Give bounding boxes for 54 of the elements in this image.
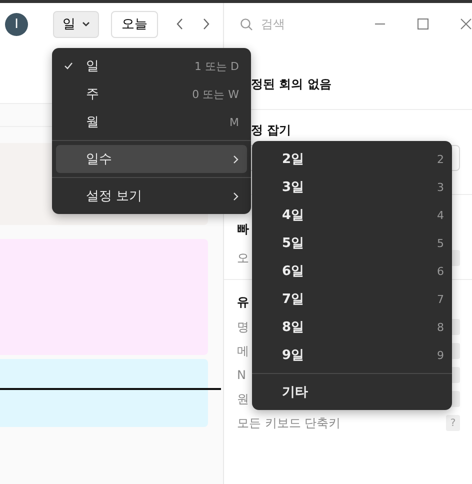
shortcut-label: 메 <box>237 342 249 360</box>
menu-item[interactable]: 설정 보기 <box>56 182 247 210</box>
menu-item[interactable]: 일수 <box>56 145 247 173</box>
search-field[interactable]: 검색 <box>259 16 343 32</box>
schedule-heading: 정 잡기 <box>251 122 292 139</box>
menu-item-label: 일수 <box>86 151 113 168</box>
menu-item-label: 6일 <box>282 263 304 280</box>
menu-item[interactable]: 8일 8 <box>252 313 444 341</box>
menu-item[interactable]: 7일 7 <box>252 285 444 313</box>
section-item: 오 <box>237 250 249 266</box>
avatar[interactable]: I <box>5 12 28 36</box>
shortcut-text: 7 <box>437 292 444 306</box>
shortcut-label: N <box>237 368 246 382</box>
no-meetings-text: 정된 회의 없음 <box>251 76 332 93</box>
shortcut-label: 모든 키보드 단축키 <box>237 414 341 432</box>
today-button[interactable]: 오늘 <box>111 10 158 38</box>
menu-item[interactable]: 월 M <box>56 108 247 136</box>
menu-item-label: 9일 <box>282 347 304 364</box>
key-badge: ? <box>446 415 460 431</box>
shortcut-text: 9 <box>437 348 444 362</box>
menu-item-label: 4일 <box>282 207 304 224</box>
menu-item[interactable]: 일 1 또는 D <box>56 52 247 80</box>
menu-item-label: 설정 보기 <box>86 188 144 205</box>
menu-item[interactable]: 3일 3 <box>252 173 444 201</box>
menu-item-label: 5일 <box>282 235 304 252</box>
menu-item[interactable]: 주 0 또는 W <box>56 80 247 108</box>
shortcut-text: 6 <box>437 264 444 278</box>
menu-item[interactable]: 2일 2 <box>252 145 444 173</box>
menu-item[interactable]: 6일 6 <box>252 257 444 285</box>
section-text: 빠 <box>237 221 249 238</box>
menu-item-label: 기타 <box>282 384 308 401</box>
menu-item-label: 월 <box>86 114 100 131</box>
menu-item[interactable]: 5일 5 <box>252 229 444 257</box>
view-dropdown-button[interactable]: 일 <box>53 10 99 38</box>
shortcut-text: 3 <box>437 180 444 194</box>
menu-item[interactable]: 4일 4 <box>252 201 444 229</box>
shortcut-text: M <box>230 116 239 128</box>
menu-item-label: 주 <box>86 86 100 103</box>
shortcut-text: 0 또는 W <box>192 86 239 102</box>
menu-item-label: 7일 <box>282 291 304 308</box>
shortcut-text: 8 <box>437 320 444 334</box>
menu-item-label: 일 <box>86 58 100 75</box>
shortcuts-heading: 유 <box>237 294 249 311</box>
shortcut-text: 2 <box>437 152 444 166</box>
shortcut-text: 5 <box>437 236 444 250</box>
menu-item[interactable]: 9일 9 <box>252 341 444 369</box>
menu-item-label: 8일 <box>282 319 304 336</box>
menu-item-label: 3일 <box>282 179 304 196</box>
menu-item-label: 2일 <box>282 151 304 168</box>
shortcut-label: 원 <box>237 390 249 408</box>
shortcut-text: 4 <box>437 208 444 222</box>
shortcut-label: 명 <box>237 318 249 336</box>
menu-item[interactable]: 기타 <box>252 378 444 406</box>
shortcut-text: 1 또는 D <box>194 58 239 74</box>
